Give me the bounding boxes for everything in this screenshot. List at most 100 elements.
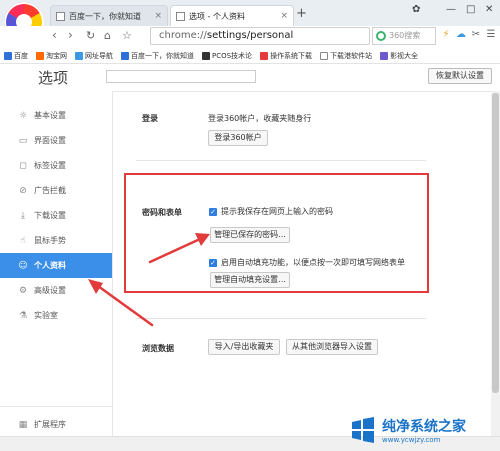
sidebar-item-personal[interactable]: ☺ 个人资料	[0, 253, 112, 278]
pcos-icon	[202, 51, 210, 60]
login-description: 登录360帐户，收藏夹随身行	[208, 114, 312, 123]
browsing-data-label: 浏览数据	[142, 344, 174, 353]
bookmark-label: 操作系统下载	[270, 51, 313, 60]
bookmark-label: 淘宝网	[46, 51, 67, 60]
tab-close-icon[interactable]: ×	[154, 11, 162, 21]
bookmark-label: PCOS技术论	[212, 51, 253, 60]
sidebar-item-label: 标签设置	[34, 161, 66, 170]
sidebar-item-mouse-gesture[interactable]: ☝ 鼠标手势	[0, 228, 112, 253]
flask-icon: ⚗	[18, 310, 28, 321]
sidebar-item-label: 扩展程序	[34, 420, 66, 429]
bookmark-star-icon[interactable]: ☆	[122, 29, 132, 42]
page-icon	[56, 11, 65, 21]
scrollbar-thumb[interactable]	[492, 93, 499, 393]
import-other-browser-button[interactable]: 从其他浏览器导入设置	[286, 339, 378, 355]
home-button[interactable]: ⌂	[104, 29, 111, 42]
address-bar[interactable]: chrome://settings/personal	[150, 27, 370, 45]
import-export-bookmarks-button[interactable]: 导入/导出收藏夹	[208, 339, 280, 355]
highlight-box	[124, 173, 429, 293]
watermark-text: 纯净系统之家 www.ycwjzy.com	[382, 416, 466, 444]
hand-icon: ☝	[20, 235, 26, 246]
sidebar-item-label: 广告拦截	[34, 186, 66, 195]
settings-search-input[interactable]	[106, 70, 256, 83]
extension-icon: ▦	[18, 419, 28, 430]
search-360-icon	[376, 31, 386, 41]
bookmark-label: 百度	[14, 51, 28, 60]
page-title: 选项	[38, 69, 69, 87]
search-placeholder: 360搜索	[389, 31, 421, 40]
tab-label: 百度一下，你就知道	[69, 11, 141, 21]
section-divider	[136, 318, 426, 319]
sidebar-item-extensions[interactable]: ▦ 扩展程序	[0, 412, 112, 437]
bookmark-label: 网址导航	[85, 51, 113, 60]
windows-logo-icon	[352, 417, 374, 443]
tab-baidu[interactable]: 百度一下，你就知道 ×	[50, 5, 168, 26]
tab-close-icon[interactable]: ×	[280, 11, 288, 21]
forward-button[interactable]: ›	[68, 28, 73, 42]
sidebar-item-label: 实验室	[34, 311, 58, 320]
sidebar-item-interface[interactable]: ▭ 界面设置	[0, 128, 112, 153]
sidebar-item-download[interactable]: ⤓ 下载设置	[0, 203, 112, 228]
bookmark-hao[interactable]: 网址导航	[71, 51, 117, 61]
sidebar-item-advanced[interactable]: ⚙ 高级设置	[0, 278, 112, 303]
sidebar-item-label: 鼠标手势	[34, 236, 66, 245]
bookmark-baidu[interactable]: 百度	[0, 51, 32, 61]
sidebar-item-label: 高级设置	[34, 286, 66, 295]
window-icon: ▭	[18, 135, 28, 146]
page-icon	[75, 51, 83, 60]
page-icon	[320, 51, 329, 60]
taobao-icon	[36, 51, 44, 60]
search-input[interactable]: 360搜索	[372, 27, 436, 45]
sidebar-item-adblock[interactable]: ⊘ 广告拦截	[0, 178, 112, 203]
page-icon	[260, 51, 269, 60]
baidu-icon	[4, 51, 12, 60]
bookmark-pcos[interactable]: PCOS技术论	[198, 51, 256, 61]
reset-defaults-button[interactable]: 恢复默认设置	[428, 68, 492, 84]
minimize-button[interactable]: —	[446, 4, 456, 15]
watermark-title: 纯净系统之家	[382, 419, 466, 435]
bookmark-label: 百度一下，你就知道	[131, 51, 194, 60]
tab-settings[interactable]: 选项 - 个人资料 ×	[170, 5, 294, 26]
address-prefix: chrome://	[159, 30, 207, 41]
sidebar-item-label: 个人资料	[34, 261, 66, 270]
menu-icon[interactable]: ☰	[485, 29, 497, 41]
login-section-label: 登录	[142, 114, 158, 123]
bookmark-os-download[interactable]: 操作系统下载	[256, 51, 316, 61]
download-icon: ⤓	[21, 210, 25, 221]
address-path: settings/personal	[206, 30, 294, 41]
bookmark-label: 下载港软件站	[330, 51, 373, 60]
sidebar-divider	[0, 406, 112, 407]
cloud-icon[interactable]: ☁	[455, 29, 467, 41]
watermark: 纯净系统之家 www.ycwjzy.com	[348, 412, 498, 448]
maximize-button[interactable]: □	[466, 4, 475, 15]
person-icon: ☺	[18, 260, 28, 271]
block-icon: ⊘	[19, 185, 27, 196]
lightning-icon[interactable]: ⚡	[440, 29, 452, 41]
sidebar-item-label: 基本设置	[34, 111, 66, 120]
skin-icon[interactable]: ✿	[412, 4, 420, 15]
bookmark-taobao[interactable]: 淘宝网	[32, 51, 71, 61]
video-icon	[380, 51, 389, 60]
close-window-button[interactable]: ✕	[485, 4, 493, 15]
sidebar-item-label: 界面设置	[34, 136, 66, 145]
bookmark-video[interactable]: 影视大全	[376, 51, 422, 61]
new-tab-button[interactable]: +	[296, 6, 307, 21]
sidebar-item-basic[interactable]: ☼ 基本设置	[0, 103, 112, 128]
tab-icon: ◻	[19, 160, 27, 171]
watermark-url: www.ycwjzy.com	[382, 436, 441, 444]
back-button[interactable]: ‹	[52, 28, 57, 42]
bookmarks-bar: 百度 淘宝网 网址导航 百度一下，你就知道 PCOS技术论 操作系统下载 下载港…	[0, 48, 500, 64]
login-360-button[interactable]: 登录360帐户	[208, 130, 268, 146]
reload-button[interactable]: ↻	[86, 29, 95, 42]
bookmark-baidu-search[interactable]: 百度一下，你就知道	[117, 51, 198, 61]
scissors-icon[interactable]: ✂	[470, 29, 482, 41]
page-icon	[121, 51, 129, 60]
tab-label: 选项 - 个人资料	[189, 11, 245, 21]
sidebar-item-tabs[interactable]: ◻ 标签设置	[0, 153, 112, 178]
bookmark-label: 影视大全	[390, 51, 419, 60]
sidebar-item-lab[interactable]: ⚗ 实验室	[0, 303, 112, 328]
section-divider	[136, 160, 426, 161]
sun-icon: ☼	[18, 110, 28, 121]
bookmark-downxia[interactable]: 下载港软件站	[316, 51, 376, 61]
page-icon	[176, 11, 185, 21]
